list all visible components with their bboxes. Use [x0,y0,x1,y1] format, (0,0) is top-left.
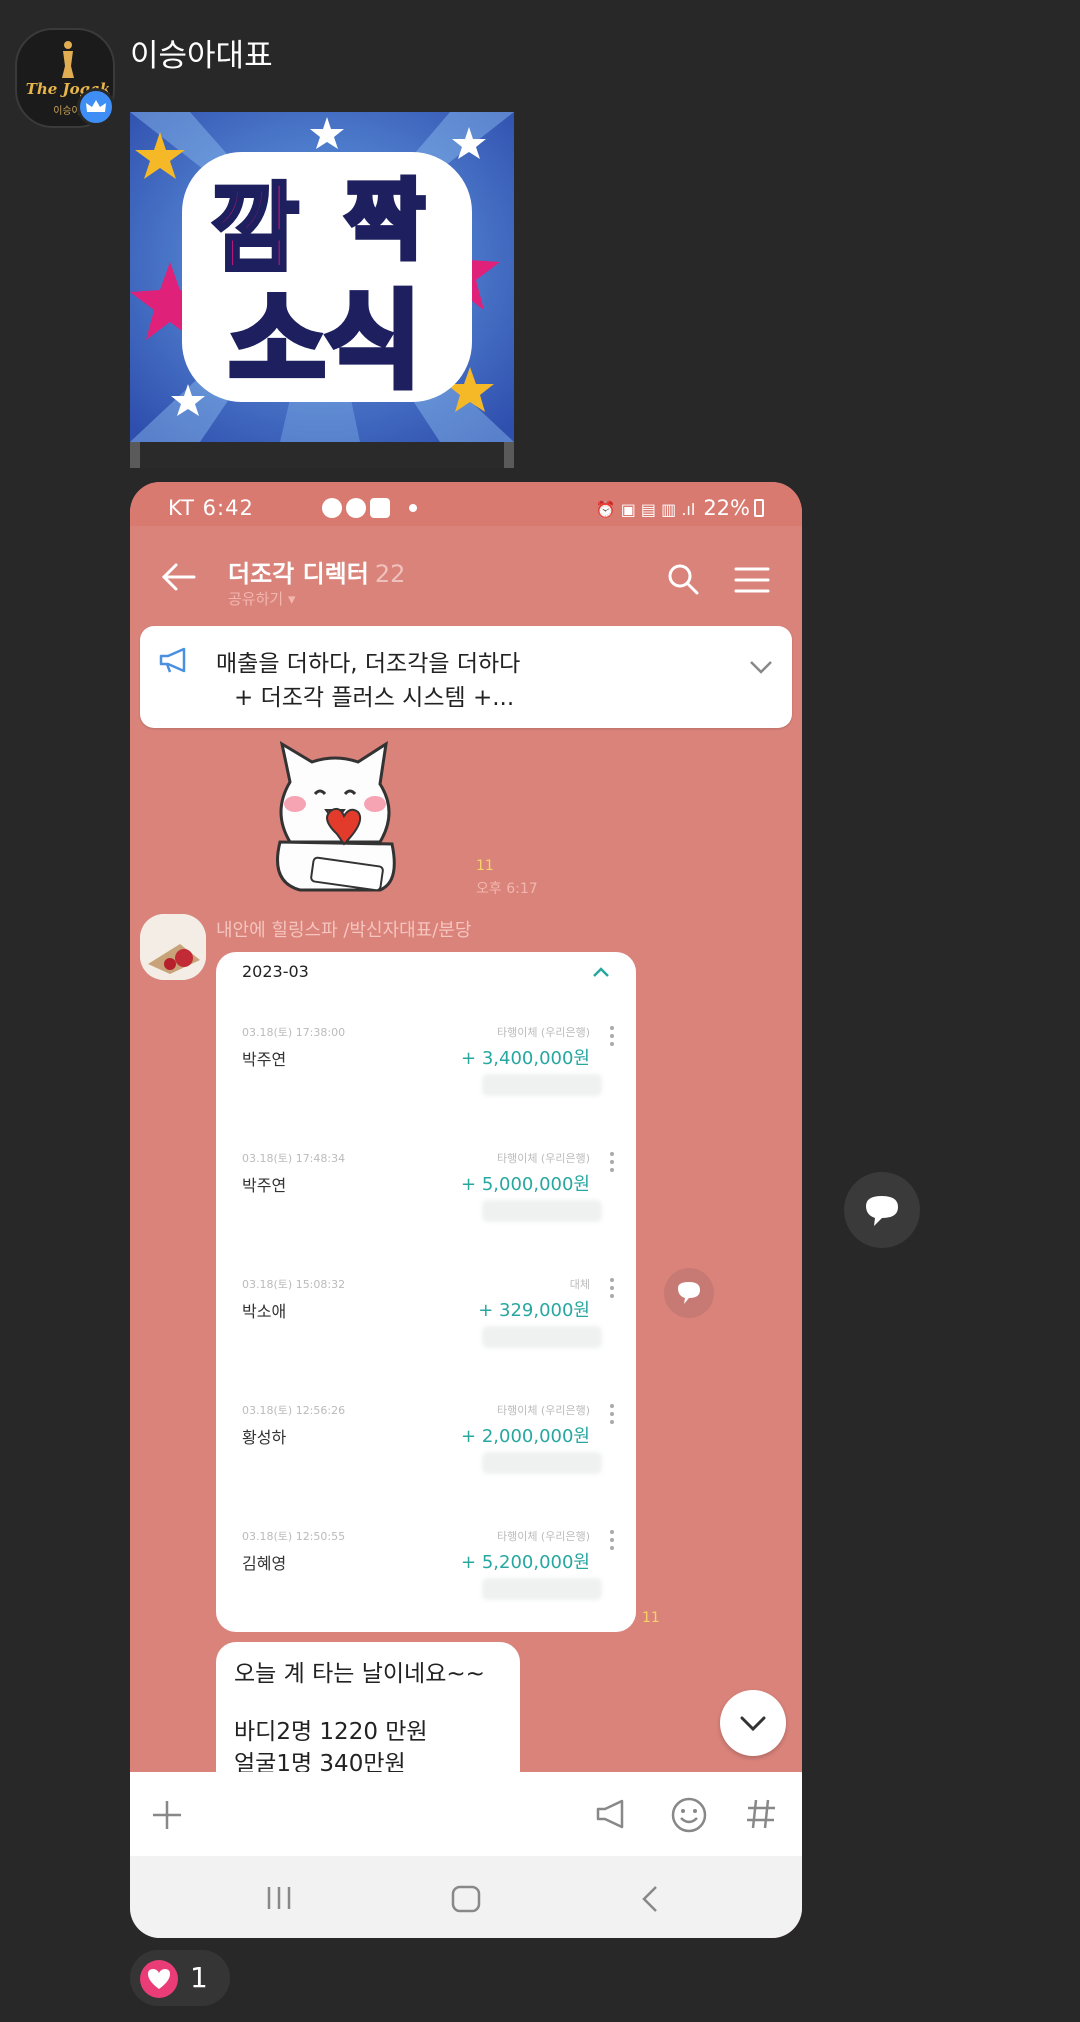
transaction-row: 03.18(토) 12:56:26 황성하 타행이체 (우리은행) + 2,00… [216,1386,636,1512]
tx-date: 03.18(토) 17:38:00 [242,1026,346,1039]
plus-icon [153,1801,181,1829]
hashtag-icon [747,1799,775,1829]
tx-type: 대체 [569,1278,590,1291]
message-bubble: 오늘 계 타는 날이네요~~ 바디2명 1220 만원 얼굴1명 340만원 [216,1642,520,1782]
chat-top-bar: 더조각 디렉터 22 공유하기 ▾ [130,526,802,626]
more-options-icon [610,1152,614,1172]
status-battery: ⏰ ▣ ▤ ▥ .ıl 22% [596,496,764,520]
home-icon [451,1885,481,1913]
tx-balance-blurred [482,1452,602,1474]
sticker-art: 깜 짝 소식 [130,112,514,442]
member-name: 내안에 힐링스파 /박신자대표/분당 [216,920,472,941]
recent-apps-icon [267,1887,291,1909]
trophy-figure-icon [62,41,74,78]
sender-name: 이승아대표 [130,38,273,74]
sticker-word-3: 소식 [229,280,420,402]
surprise-news-sticker[interactable]: 깜 짝 소식 [130,112,514,442]
battery-icon [754,499,764,517]
message-line-1: 오늘 계 타는 날이네요~~ [234,1661,485,1687]
tx-balance-blurred [482,1074,602,1096]
sticker-stand [130,442,514,468]
tx-balance-blurred [482,1200,602,1222]
chatroom-name: 더조각 디렉터 [228,560,369,588]
more-options-icon [610,1026,614,1046]
sticker-timestamp: 오후 6:17 [476,881,538,897]
scroll-down-button [720,1690,786,1756]
chat-screenshot-image[interactable]: KT 6:42 ⏰ ▣ ▤ ▥ .ıl 22% 더조각 디렉터 22 공유하기 ▾ [130,482,802,1938]
chatroom-subtitle: 공유하기 ▾ [228,590,296,608]
status-carrier-time: KT 6:42 [168,496,254,520]
crown-badge-icon [77,88,115,126]
status-notification-icons [318,496,417,520]
bank-month: 2023-03 [242,962,309,981]
tx-amount: + 5,200,000원 [461,1552,590,1573]
comment-bubble-icon [664,1268,714,1318]
chatroom-title: 더조각 디렉터 22 [228,554,405,589]
notice-line-2: + 더조각 플러스 시스템 +... [234,685,515,711]
transaction-row: 03.18(토) 17:48:34 박주연 타행이체 (우리은행) + 5,00… [216,1134,636,1260]
tx-date: 03.18(토) 15:08:32 [242,1278,346,1291]
reaction-count: 1 [190,1961,208,1994]
like-reaction[interactable]: 1 [130,1950,230,2006]
sticker-unread-count: 11 [476,858,494,874]
tx-name: 박소애 [242,1302,287,1321]
bank-image-unread-count: 11 [642,1610,660,1626]
tx-name: 황성하 [242,1428,287,1447]
tx-type: 타행이체 (우리은행) [496,1152,590,1165]
notice-banner: 매출을 더하다, 더조각을 더하다 + 더조각 플러스 시스템 +... [140,626,792,728]
chevron-down-icon [750,661,772,674]
bank-transaction-image[interactable]: 2023-03 03.18(토) 17:38:00 박주연 타행이체 (우리은행… [216,952,636,1632]
search-icon [668,564,699,595]
tx-date: 03.18(토) 17:48:34 [242,1152,346,1165]
tx-amount: + 329,000원 [478,1300,590,1321]
emoji-icon [671,1797,707,1833]
sticker-word-1: 깜 [211,173,299,285]
message-line-2: 바디2명 1220 만원 [234,1719,428,1745]
tx-name: 박주연 [242,1050,287,1069]
comment-icon [866,1196,898,1226]
sticker-word-2: 짝 [345,171,424,271]
notice-line-1: 매출을 더하다, 더조각을 더하다 [216,651,521,677]
tx-type: 타행이체 (우리은행) [496,1404,590,1417]
tx-balance-blurred [482,1578,602,1600]
tx-amount: + 5,000,000원 [461,1174,590,1195]
chevron-up-icon [593,967,609,977]
chat-input-bar [130,1772,802,1856]
tx-type: 타행이체 (우리은행) [496,1026,590,1039]
tx-amount: + 2,000,000원 [461,1426,590,1447]
member-count: 22 [374,560,406,588]
cat-heart-sticker [276,740,396,892]
comment-button[interactable] [844,1172,920,1248]
transaction-row: 03.18(토) 17:38:00 박주연 타행이체 (우리은행) + 3,40… [216,1008,636,1134]
status-system-icons: ⏰ ▣ ▤ ▥ .ıl [595,500,696,519]
megaphone-icon [159,647,186,673]
tx-amount: + 3,400,000원 [461,1048,590,1069]
megaphone-icon [596,1799,624,1829]
tx-name: 박주연 [242,1176,287,1195]
status-bar: KT 6:42 ⏰ ▣ ▤ ▥ .ıl 22% [130,482,802,526]
hamburger-menu-icon [734,567,770,593]
back-icon [642,1886,657,1912]
heart-icon [140,1960,178,1998]
member-avatar [140,914,206,980]
transaction-row: 03.18(토) 15:08:32 박소애 대체 + 329,000원 [216,1260,636,1386]
tx-date: 03.18(토) 12:56:26 [242,1404,346,1417]
android-nav-bar [130,1856,802,1938]
transaction-row: 03.18(토) 12:50:55 김혜영 타행이체 (우리은행) + 5,20… [216,1512,636,1632]
tx-name: 김혜영 [242,1554,287,1573]
tx-type: 타행이체 (우리은행) [496,1530,590,1543]
more-options-icon [610,1278,614,1298]
tx-date: 03.18(토) 12:50:55 [242,1530,346,1543]
back-arrow-icon [161,563,196,591]
tx-balance-blurred [482,1326,602,1348]
battery-percent: 22% [703,496,750,520]
more-options-icon [610,1530,614,1550]
more-options-icon [610,1404,614,1424]
